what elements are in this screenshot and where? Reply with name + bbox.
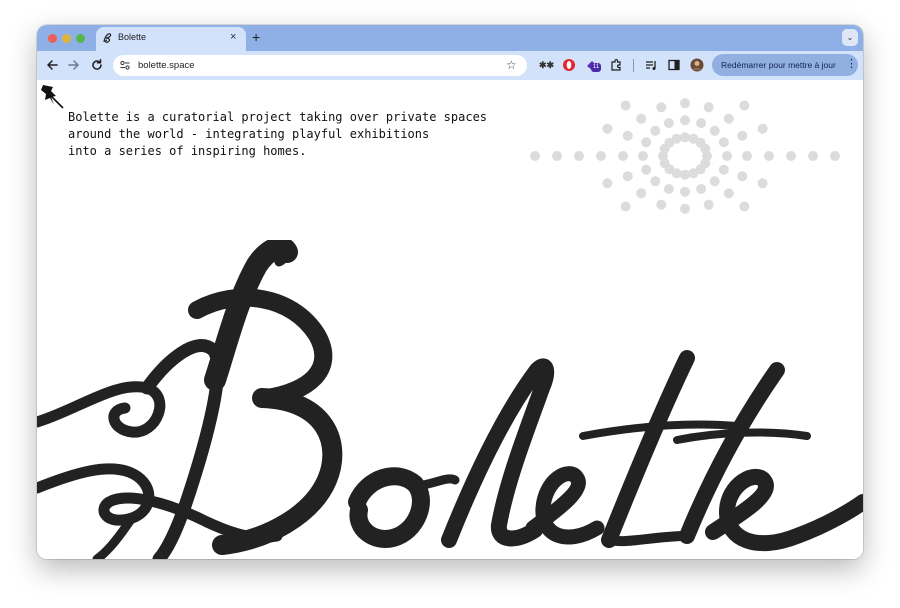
reload-icon[interactable] xyxy=(90,58,104,72)
decorative-dot xyxy=(764,151,774,161)
decorative-dot xyxy=(696,184,707,194)
profile-avatar[interactable] xyxy=(690,58,704,72)
decorative-dot xyxy=(656,102,667,113)
url-text: bolette.space xyxy=(138,60,195,71)
decorative-dot xyxy=(596,151,606,161)
decorative-dot xyxy=(718,137,729,148)
toolbar-divider xyxy=(633,59,634,72)
tab-bolette[interactable]: Bolette × xyxy=(96,27,246,51)
decorative-dot xyxy=(636,113,647,124)
decorative-dot xyxy=(641,137,652,148)
decorative-dot xyxy=(574,151,584,161)
zoom-window-button[interactable] xyxy=(76,34,85,43)
decorative-dot xyxy=(671,133,682,144)
back-arrow-icon[interactable] xyxy=(45,58,59,72)
side-panel-icon[interactable] xyxy=(667,58,681,72)
decorative-dot xyxy=(680,98,690,109)
decorative-dot xyxy=(636,188,647,199)
tab-search-button[interactable]: ⌄ xyxy=(842,29,858,46)
browser-toolbar: bolette.space ☆ ✱✱ 11 Redémarrer pour me… xyxy=(37,51,863,80)
decorative-dot xyxy=(602,123,613,134)
minimize-window-button[interactable] xyxy=(62,34,71,43)
decorative-dot xyxy=(757,178,768,189)
decorative-dot xyxy=(709,125,720,136)
decorative-dot xyxy=(680,169,690,180)
decorative-dot xyxy=(680,132,690,143)
decorative-dot xyxy=(739,100,750,111)
decorative-dot xyxy=(622,171,633,182)
decorative-dot xyxy=(552,151,562,161)
decorative-dot xyxy=(620,201,631,212)
extension-badge-count: 11 xyxy=(591,63,601,72)
dot-sunburst-decoration xyxy=(530,98,840,214)
browser-window: Bolette × + ⌄ bolette.space ☆ ✱✱ 11 Redé… xyxy=(37,25,863,559)
bolette-favicon-icon xyxy=(103,33,112,43)
decorative-dot xyxy=(680,203,690,214)
decorative-dot xyxy=(622,130,633,141)
opera-extension-icon[interactable] xyxy=(562,58,576,72)
decorative-dot xyxy=(757,123,768,134)
star-icon[interactable]: ☆ xyxy=(506,58,517,72)
decorative-dot xyxy=(703,199,714,210)
decorative-dot xyxy=(680,115,690,126)
decorative-dot xyxy=(703,102,714,113)
intro-line: around the world - integrating playful e… xyxy=(68,127,430,141)
decorative-dot xyxy=(638,151,648,161)
intro-text: Bolette is a curatorial project taking o… xyxy=(68,109,488,160)
decorative-dot xyxy=(680,186,690,197)
decorative-dot xyxy=(742,151,752,161)
decorative-dot xyxy=(739,201,750,212)
decorative-dot xyxy=(709,176,720,187)
new-tab-button[interactable]: + xyxy=(252,28,260,46)
decorative-dot xyxy=(718,164,729,175)
bolette-logo-wordmark xyxy=(37,240,863,559)
site-info-icon[interactable] xyxy=(119,59,131,71)
decorative-dot xyxy=(830,151,840,161)
decorative-dot xyxy=(700,143,711,154)
relaunch-label: Redémarrer pour mettre à jour xyxy=(721,60,836,70)
decorative-dot xyxy=(663,184,674,194)
media-control-icon[interactable] xyxy=(644,58,658,72)
extension-badge-icon[interactable]: 11 xyxy=(585,58,601,72)
decorative-dot xyxy=(696,118,707,128)
address-bar[interactable]: bolette.space ☆ xyxy=(113,55,527,76)
forward-arrow-icon[interactable] xyxy=(67,58,81,72)
tab-strip: Bolette × + ⌄ xyxy=(37,25,863,51)
decorative-dot xyxy=(618,151,628,161)
extension-asterisk-icon[interactable]: ✱✱ xyxy=(539,58,554,72)
decorative-dot xyxy=(786,151,796,161)
decorative-dot xyxy=(808,151,818,161)
close-window-button[interactable] xyxy=(48,34,57,43)
decorative-dot xyxy=(650,125,661,136)
decorative-dot xyxy=(641,164,652,175)
decorative-dot xyxy=(530,151,540,161)
page-viewport: Bolette is a curatorial project taking o… xyxy=(37,80,863,559)
tab-close-button[interactable]: × xyxy=(230,30,236,44)
decorative-dot xyxy=(656,199,667,210)
decorative-dot xyxy=(650,176,661,187)
decorative-dot xyxy=(688,168,699,179)
decorative-dot xyxy=(663,118,674,128)
decorative-dot xyxy=(620,100,631,111)
more-menu-icon[interactable]: ⋮ xyxy=(846,57,857,70)
decorative-dot xyxy=(737,171,748,182)
intro-line: into a series of inspiring homes. xyxy=(68,144,307,158)
decorative-dot xyxy=(722,151,732,161)
decorative-dot xyxy=(737,130,748,141)
decorative-dot xyxy=(602,178,613,189)
pushpin-icon xyxy=(41,85,64,109)
tab-title: Bolette xyxy=(118,32,147,42)
relaunch-update-button[interactable]: Redémarrer pour mettre à jour ⋮ xyxy=(712,54,858,76)
extensions-puzzle-icon[interactable] xyxy=(609,58,623,72)
intro-line: Bolette is a curatorial project taking o… xyxy=(68,110,488,124)
decorative-dot xyxy=(723,188,734,199)
decorative-dot xyxy=(723,113,734,124)
